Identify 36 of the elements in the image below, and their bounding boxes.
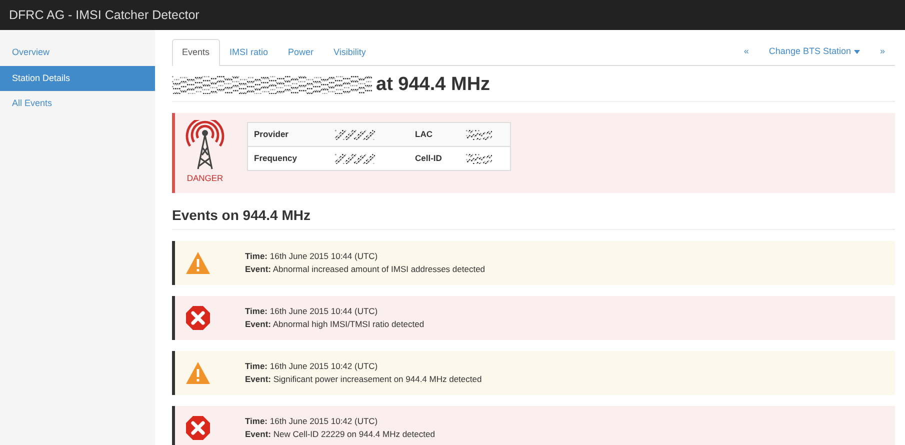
tab[interactable]: Events bbox=[172, 39, 220, 66]
sidebar-item[interactable]: Station Details bbox=[0, 66, 155, 91]
app-title: DFRC AG - IMSI Catcher Detector bbox=[9, 6, 200, 24]
info-label: Provider bbox=[248, 122, 329, 146]
sidebar-item[interactable]: Overview bbox=[0, 40, 155, 66]
section-heading: Events on 944.4 MHz bbox=[172, 204, 895, 230]
error-icon bbox=[186, 306, 210, 330]
event-time: Time: 16th June 2015 10:42 (UTC) bbox=[245, 360, 379, 373]
sidebar-item[interactable]: All Events bbox=[0, 91, 155, 116]
event-description: Event: Abnormal increased amount of IMSI addresses detected bbox=[245, 262, 486, 276]
redaction-drawing bbox=[466, 154, 492, 164]
info-label: Frequency bbox=[248, 146, 329, 170]
warning-icon bbox=[186, 362, 210, 384]
tab[interactable]: Visibility bbox=[324, 39, 376, 66]
info-label: LAC bbox=[409, 122, 460, 146]
station-dropdown[interactable]: Change BTS Station bbox=[758, 39, 870, 64]
redaction-drawing bbox=[335, 130, 375, 140]
redaction-drawing bbox=[466, 130, 492, 140]
event-description: Event: Significant power increasement on 944.4 MHz detected bbox=[245, 372, 482, 386]
caret-icon bbox=[854, 50, 860, 54]
tab[interactable]: IMSI ratio bbox=[220, 39, 278, 66]
event-description: Event: New Cell-ID 22229 on 944.4 MHz detected bbox=[245, 428, 435, 440]
warning-icon bbox=[186, 252, 210, 274]
event-time: Time: 16th June 2015 10:42 (UTC) bbox=[245, 415, 379, 428]
event-description: Event: Abnormal high IMSI/TMSI ratio detected bbox=[245, 318, 424, 330]
event-time: Time: 16th June 2015 10:44 (UTC) bbox=[245, 250, 379, 263]
info-label: Cell-ID bbox=[409, 146, 460, 170]
page-title: at 944.4 MHz bbox=[376, 72, 490, 96]
antenna-tower-icon bbox=[185, 120, 225, 170]
event-time: Time: 16th June 2015 10:44 (UTC) bbox=[245, 305, 379, 318]
tab[interactable]: Power bbox=[278, 39, 324, 66]
next-link[interactable]: » bbox=[870, 39, 895, 64]
redaction-drawing bbox=[335, 154, 375, 164]
previous-link[interactable]: « bbox=[734, 39, 759, 64]
error-icon bbox=[186, 416, 210, 440]
status-label: DANGER bbox=[186, 172, 224, 185]
